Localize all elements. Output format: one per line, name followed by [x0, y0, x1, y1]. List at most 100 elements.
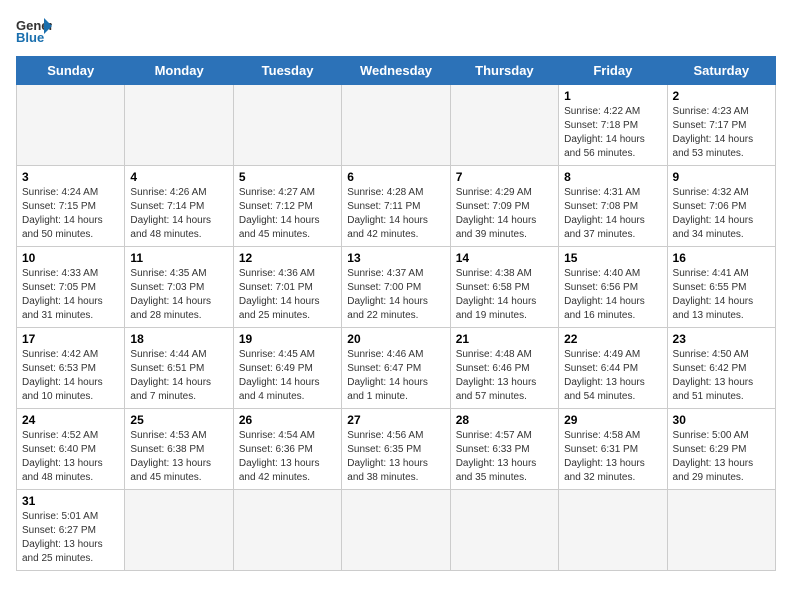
day-number: 23: [673, 332, 770, 346]
day-number: 6: [347, 170, 444, 184]
day-info: Sunrise: 4:44 AM Sunset: 6:51 PM Dayligh…: [130, 348, 227, 404]
day-number: 2: [673, 89, 770, 103]
calendar-week-row: 10 Sunrise: 4:33 AM Sunset: 7:05 PM Dayli…: [17, 247, 776, 328]
calendar-cell: 7 Sunrise: 4:29 AM Sunset: 7:09 PM Daylig…: [450, 166, 558, 247]
calendar-cell: [342, 85, 450, 166]
col-tuesday: Tuesday: [233, 57, 341, 85]
calendar-cell: 6 Sunrise: 4:28 AM Sunset: 7:11 PM Daylig…: [342, 166, 450, 247]
calendar-cell: 23 Sunrise: 4:50 AM Sunset: 6:42 PM Dayli…: [667, 328, 775, 409]
day-info: Sunrise: 4:56 AM Sunset: 6:35 PM Dayligh…: [347, 429, 444, 485]
day-info: Sunrise: 4:24 AM Sunset: 7:15 PM Dayligh…: [22, 186, 119, 242]
col-monday: Monday: [125, 57, 233, 85]
day-info: Sunrise: 4:50 AM Sunset: 6:42 PM Dayligh…: [673, 348, 770, 404]
calendar-cell: 27 Sunrise: 4:56 AM Sunset: 6:35 PM Dayli…: [342, 409, 450, 490]
day-number: 28: [456, 413, 553, 427]
day-number: 25: [130, 413, 227, 427]
day-number: 16: [673, 251, 770, 265]
calendar-cell: [450, 85, 558, 166]
day-info: Sunrise: 4:26 AM Sunset: 7:14 PM Dayligh…: [130, 186, 227, 242]
day-number: 19: [239, 332, 336, 346]
day-number: 11: [130, 251, 227, 265]
day-info: Sunrise: 4:27 AM Sunset: 7:12 PM Dayligh…: [239, 186, 336, 242]
calendar-cell: 10 Sunrise: 4:33 AM Sunset: 7:05 PM Dayli…: [17, 247, 125, 328]
calendar-cell: 26 Sunrise: 4:54 AM Sunset: 6:36 PM Dayli…: [233, 409, 341, 490]
day-info: Sunrise: 4:33 AM Sunset: 7:05 PM Dayligh…: [22, 267, 119, 323]
day-number: 14: [456, 251, 553, 265]
day-info: Sunrise: 4:54 AM Sunset: 6:36 PM Dayligh…: [239, 429, 336, 485]
calendar-cell: 30 Sunrise: 5:00 AM Sunset: 6:29 PM Dayli…: [667, 409, 775, 490]
calendar-cell: [17, 85, 125, 166]
day-number: 9: [673, 170, 770, 184]
calendar-cell: 20Sunrise: 4:46 AM Sunset: 6:47 PM Dayli…: [342, 328, 450, 409]
day-info: Sunrise: 4:38 AM Sunset: 6:58 PM Dayligh…: [456, 267, 553, 323]
col-thursday: Thursday: [450, 57, 558, 85]
day-info: Sunrise: 4:58 AM Sunset: 6:31 PM Dayligh…: [564, 429, 661, 485]
day-info: Sunrise: 4:29 AM Sunset: 7:09 PM Dayligh…: [456, 186, 553, 242]
day-number: 17: [22, 332, 119, 346]
calendar-cell: 8 Sunrise: 4:31 AM Sunset: 7:08 PM Daylig…: [559, 166, 667, 247]
day-number: 29: [564, 413, 661, 427]
calendar-cell: [125, 85, 233, 166]
day-info: Sunrise: 4:48 AM Sunset: 6:46 PM Dayligh…: [456, 348, 553, 404]
calendar-cell: 21Sunrise: 4:48 AM Sunset: 6:46 PM Dayli…: [450, 328, 558, 409]
col-wednesday: Wednesday: [342, 57, 450, 85]
day-info: Sunrise: 4:53 AM Sunset: 6:38 PM Dayligh…: [130, 429, 227, 485]
calendar-cell: 5 Sunrise: 4:27 AM Sunset: 7:12 PM Daylig…: [233, 166, 341, 247]
calendar-cell: 13 Sunrise: 4:37 AM Sunset: 7:00 PM Dayli…: [342, 247, 450, 328]
day-info: Sunrise: 4:49 AM Sunset: 6:44 PM Dayligh…: [564, 348, 661, 404]
calendar-cell: 22 Sunrise: 4:49 AM Sunset: 6:44 PM Dayli…: [559, 328, 667, 409]
calendar-cell: [450, 490, 558, 571]
day-info: Sunrise: 4:28 AM Sunset: 7:11 PM Dayligh…: [347, 186, 444, 242]
logo-icon: General Blue: [16, 16, 52, 44]
day-info: Sunrise: 5:00 AM Sunset: 6:29 PM Dayligh…: [673, 429, 770, 485]
day-number: 31: [22, 494, 119, 508]
calendar-cell: 31 Sunrise: 5:01 AM Sunset: 6:27 PM Dayli…: [17, 490, 125, 571]
calendar-cell: 12Sunrise: 4:36 AM Sunset: 7:01 PM Dayli…: [233, 247, 341, 328]
calendar-cell: [125, 490, 233, 571]
calendar-week-row: 3Sunrise: 4:24 AM Sunset: 7:15 PM Daylig…: [17, 166, 776, 247]
day-info: Sunrise: 4:35 AM Sunset: 7:03 PM Dayligh…: [130, 267, 227, 323]
day-number: 26: [239, 413, 336, 427]
svg-text:Blue: Blue: [16, 30, 44, 44]
day-info: Sunrise: 4:31 AM Sunset: 7:08 PM Dayligh…: [564, 186, 661, 242]
day-info: Sunrise: 4:22 AM Sunset: 7:18 PM Dayligh…: [564, 105, 661, 161]
day-number: 8: [564, 170, 661, 184]
day-info: Sunrise: 4:41 AM Sunset: 6:55 PM Dayligh…: [673, 267, 770, 323]
calendar-cell: 18 Sunrise: 4:44 AM Sunset: 6:51 PM Dayli…: [125, 328, 233, 409]
day-number: 27: [347, 413, 444, 427]
calendar-cell: 19 Sunrise: 4:45 AM Sunset: 6:49 PM Dayli…: [233, 328, 341, 409]
day-number: 30: [673, 413, 770, 427]
day-number: 20: [347, 332, 444, 346]
day-number: 13: [347, 251, 444, 265]
calendar-cell: [233, 490, 341, 571]
calendar-cell: 28Sunrise: 4:57 AM Sunset: 6:33 PM Dayli…: [450, 409, 558, 490]
col-sunday: Sunday: [17, 57, 125, 85]
day-info: Sunrise: 5:01 AM Sunset: 6:27 PM Dayligh…: [22, 510, 119, 566]
day-info: Sunrise: 4:45 AM Sunset: 6:49 PM Dayligh…: [239, 348, 336, 404]
day-info: Sunrise: 4:40 AM Sunset: 6:56 PM Dayligh…: [564, 267, 661, 323]
calendar-cell: 24Sunrise: 4:52 AM Sunset: 6:40 PM Dayli…: [17, 409, 125, 490]
day-number: 22: [564, 332, 661, 346]
calendar-cell: 29 Sunrise: 4:58 AM Sunset: 6:31 PM Dayli…: [559, 409, 667, 490]
calendar-cell: [667, 490, 775, 571]
calendar-cell: 14 Sunrise: 4:38 AM Sunset: 6:58 PM Dayli…: [450, 247, 558, 328]
day-number: 7: [456, 170, 553, 184]
day-number: 18: [130, 332, 227, 346]
day-number: 10: [22, 251, 119, 265]
day-number: 5: [239, 170, 336, 184]
calendar-body: 1Sunrise: 4:22 AM Sunset: 7:18 PM Daylig…: [17, 85, 776, 571]
calendar-cell: 15 Sunrise: 4:40 AM Sunset: 6:56 PM Dayli…: [559, 247, 667, 328]
day-info: Sunrise: 4:42 AM Sunset: 6:53 PM Dayligh…: [22, 348, 119, 404]
col-saturday: Saturday: [667, 57, 775, 85]
calendar-cell: 25 Sunrise: 4:53 AM Sunset: 6:38 PM Dayli…: [125, 409, 233, 490]
calendar-cell: 4Sunrise: 4:26 AM Sunset: 7:14 PM Daylig…: [125, 166, 233, 247]
col-friday: Friday: [559, 57, 667, 85]
page-header: General Blue: [16, 16, 776, 44]
calendar-cell: [342, 490, 450, 571]
day-number: 15: [564, 251, 661, 265]
day-info: Sunrise: 4:23 AM Sunset: 7:17 PM Dayligh…: [673, 105, 770, 161]
day-info: Sunrise: 4:37 AM Sunset: 7:00 PM Dayligh…: [347, 267, 444, 323]
calendar-cell: [233, 85, 341, 166]
calendar-cell: 9Sunrise: 4:32 AM Sunset: 7:06 PM Daylig…: [667, 166, 775, 247]
calendar-cell: [559, 490, 667, 571]
